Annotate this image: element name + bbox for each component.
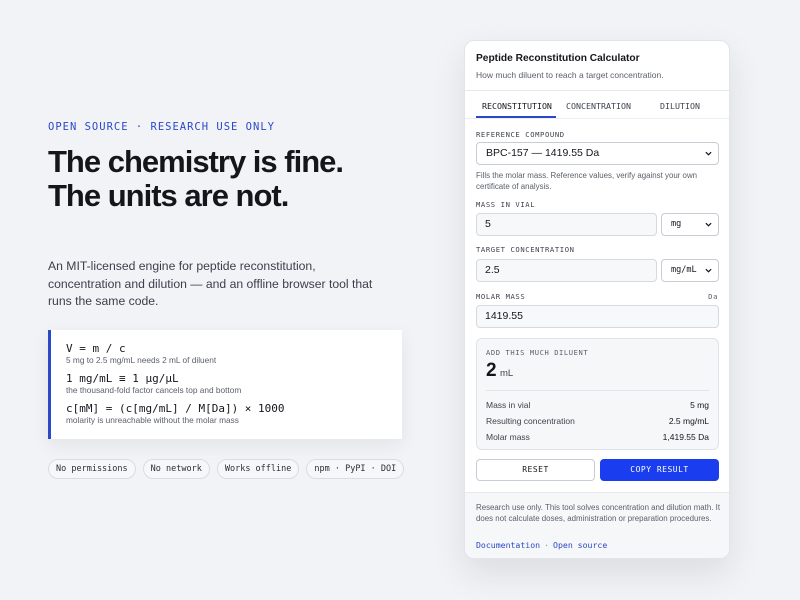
molar-mass-unit: Da [708,292,718,301]
result-row-label: Resulting concentration [486,416,575,426]
result-row-label: Mass in vial [486,400,531,410]
reset-button[interactable]: RESET [476,459,595,481]
result-panel: ADD THIS MUCH DILUENT 2 mL Mass in vial … [476,338,719,450]
result-row: Molar mass 1,419.55 Da [486,432,709,442]
card-title: Peptide Reconstitution Calculator [476,53,640,64]
formula-equivalence: 1 mg/mL ≡ 1 µg/µL [66,372,179,385]
tab-concentration[interactable]: CONCENTRATION [566,101,631,111]
result-row-value: 5 mg [690,400,709,410]
tab-reconstitution[interactable]: RECONSTITUTION [482,101,552,111]
result-unit: mL [500,368,514,379]
pill-no-permissions: No permissions [48,459,136,479]
chevron-down-icon [705,222,712,227]
mass-unit-value: mg [671,219,682,229]
result-row: Mass in vial 5 mg [486,400,709,410]
tabs-divider [465,118,729,119]
target-unit-value: mg/mL [671,265,697,275]
mass-unit-select[interactable]: mg [661,213,719,236]
result-divider [486,390,709,391]
result-row-value: 2.5 mg/mL [668,416,709,426]
reference-compound-label: REFERENCE COMPOUND [476,130,565,139]
target-unit-select[interactable]: mg/mL [661,259,719,282]
target-concentration-label: TARGET CONCENTRATION [476,245,575,254]
result-label: ADD THIS MUCH DILUENT [486,348,589,357]
chevron-down-icon [705,151,712,156]
reference-hint: Fills the molar mass. Reference values, … [476,171,698,191]
card-footer: Research use only. This tool solves conc… [465,492,729,558]
eyebrow: OPEN SOURCE · RESEARCH USE ONLY [48,121,275,133]
molar-mass-label: MOLAR MASS [476,292,526,301]
formula-card: V = m / c 5 mg to 2.5 mg/mL needs 2 mL o… [48,330,402,439]
headline: The chemistry is fine. The units are not… [48,144,344,213]
result-row-value: 1,419.55 Da [662,432,709,442]
target-concentration-input[interactable]: 2.5 [476,259,657,282]
lede: An MIT-licensed engine for peptide recon… [48,259,373,308]
formula-molarity: c[mM] = (c[mg/mL] / M[Da]) × 1000 [66,402,285,415]
mass-input[interactable]: 5 [476,213,657,236]
chevron-down-icon [705,268,712,273]
formula-volume: V = m / c [66,342,126,355]
calculator-card: Peptide Reconstitution Calculator How mu… [464,40,730,559]
formula-equivalence-note: the thousand-fold factor cancels top and… [66,385,242,395]
disclaimer: Research use only. This tool solves conc… [476,503,721,524]
card-subtitle: How much diluent to reach a target conce… [476,70,664,80]
pill-works-offline: Works offline [216,459,300,479]
copy-result-button[interactable]: COPY RESULT [600,459,719,481]
molar-mass-input[interactable]: 1419.55 [476,305,719,328]
mass-label: MASS IN VIAL [476,200,536,209]
open-source-link[interactable]: Open source [553,540,607,550]
pill-no-network: No network [142,459,210,479]
formula-volume-note: 5 mg to 2.5 mg/mL needs 2 mL of diluent [66,355,217,365]
documentation-link[interactable]: Documentation [476,540,540,550]
formula-molarity-note: molarity is unreachable without the mola… [66,415,239,425]
link-separator: · [544,540,550,550]
reference-compound-select[interactable]: BPC-157 — 1419.55 Da [476,142,719,165]
feature-pills: No permissions No network Works offline … [48,459,405,479]
tab-dilution[interactable]: DILUTION [660,101,700,111]
result-row-label: Molar mass [486,432,530,442]
result-value: 2 [486,360,497,381]
reference-compound-value: BPC-157 — 1419.55 Da [486,147,600,159]
pill-packages: npm · PyPI · DOI [306,459,405,479]
footer-links: Documentation · Open source [476,540,607,550]
result-row: Resulting concentration 2.5 mg/mL [486,416,709,426]
header-divider [465,90,729,91]
